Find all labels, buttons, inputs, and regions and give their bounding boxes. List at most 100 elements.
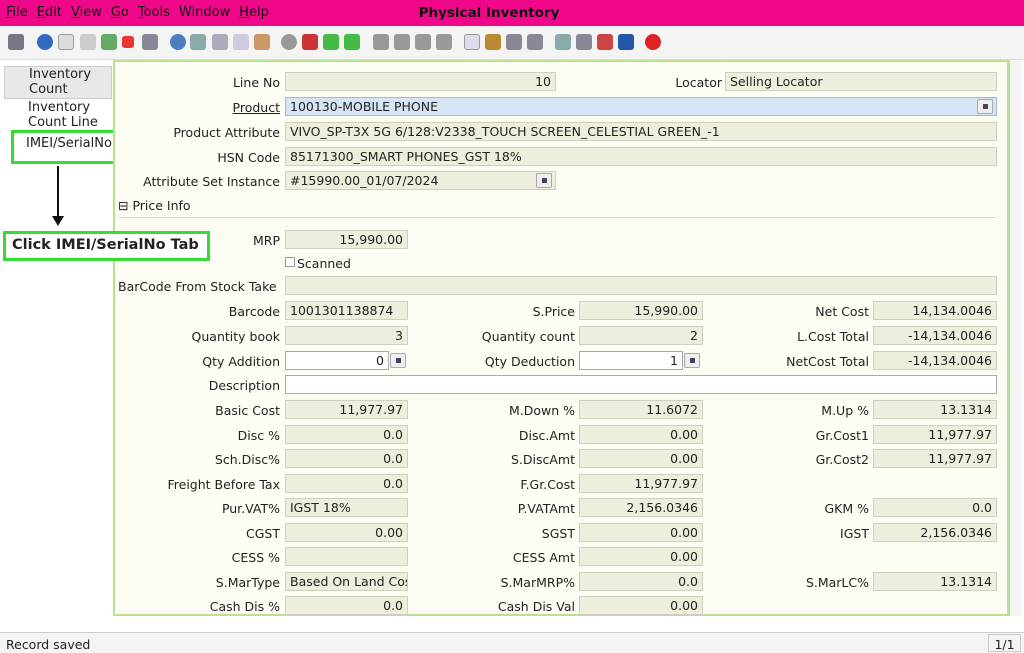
new-icon[interactable] xyxy=(58,34,74,50)
cess-amt-field[interactable]: 0.00 xyxy=(579,547,703,566)
gkm-field[interactable]: 0.0 xyxy=(873,498,997,517)
f-grcost-field[interactable]: 11,977.97 xyxy=(579,474,703,493)
lcost-total-field[interactable]: -14,134.0046 xyxy=(873,326,997,345)
hsn-code-field[interactable]: 85171300_SMART PHONES_GST 18% xyxy=(285,147,997,166)
copy-icon[interactable] xyxy=(80,34,96,50)
tab-inventory-count[interactable]: Inventory Count xyxy=(4,66,112,99)
gkm-label: GKM % xyxy=(824,501,869,516)
grid-toggle-icon[interactable] xyxy=(281,34,297,50)
previous-record-icon[interactable] xyxy=(394,34,410,50)
last-record-icon[interactable] xyxy=(436,34,452,50)
product-info-icon[interactable] xyxy=(618,34,634,50)
net-cost-field[interactable]: 14,134.0046 xyxy=(873,301,997,320)
attachment-icon[interactable] xyxy=(212,34,228,50)
attribute-set-instance-field[interactable]: #15990.00_01/07/2024 xyxy=(285,171,556,190)
quantity-count-field[interactable]: 2 xyxy=(579,326,703,345)
description-field[interactable] xyxy=(285,375,997,394)
qty-deduction-field[interactable]: 1 xyxy=(579,351,683,370)
grcost1-field[interactable]: 11,977.97 xyxy=(873,425,997,444)
print-preview-icon[interactable] xyxy=(142,34,158,50)
back-icon[interactable] xyxy=(323,34,339,50)
product-label-text: Product xyxy=(232,100,280,115)
report-icon[interactable] xyxy=(464,34,480,50)
forward-icon[interactable] xyxy=(344,34,360,50)
zoom-icon[interactable] xyxy=(555,34,571,50)
igst-field[interactable]: 2,156.0346 xyxy=(873,523,997,542)
collapse-icon[interactable]: ⊟ xyxy=(118,198,132,213)
basic-cost-field[interactable]: 11,977.97 xyxy=(285,400,408,419)
disc-field[interactable]: 0.0 xyxy=(285,425,408,444)
locator-field[interactable]: Selling Locator xyxy=(725,72,997,91)
product-attribute-field[interactable]: VIVO_SP-T3X 5G 6/128:V2338_TOUCH SCREEN_… xyxy=(285,122,997,141)
freight-field[interactable]: 0.0 xyxy=(285,474,408,493)
net-cost-label: Net Cost xyxy=(815,304,869,319)
price-info-section[interactable]: ⊟ Price Info xyxy=(118,198,191,213)
sgst-field[interactable]: 0.00 xyxy=(579,523,703,542)
title-bar: File Edit View Go Tools Window Help Phys… xyxy=(0,0,1024,26)
pur-vat-field[interactable]: IGST 18% xyxy=(285,498,408,517)
history-icon[interactable] xyxy=(254,34,270,50)
find-icon[interactable] xyxy=(190,34,206,50)
delete-icon[interactable] xyxy=(122,36,134,48)
undo-icon[interactable] xyxy=(8,34,24,50)
instruction-callout: Click IMEI/SerialNo Tab xyxy=(3,231,210,261)
mrp-field[interactable]: 15,990.00 xyxy=(285,230,408,249)
disc-amt-field[interactable]: 0.00 xyxy=(579,425,703,444)
archive-icon[interactable] xyxy=(485,34,501,50)
tab-inventory-count-line[interactable]: Inventory Count Line xyxy=(4,100,112,133)
cgst-field[interactable]: 0.00 xyxy=(285,523,408,542)
next-record-icon[interactable] xyxy=(415,34,431,50)
netcost-total-label: NetCost Total xyxy=(786,354,869,369)
scanned-label: Scanned xyxy=(297,256,351,271)
s-marlc-label: S.MarLC% xyxy=(805,575,869,590)
basic-cost-label: Basic Cost xyxy=(215,403,280,418)
home-icon[interactable] xyxy=(302,34,318,50)
first-record-icon[interactable] xyxy=(373,34,389,50)
qty-deduction-label: Qty Deduction xyxy=(484,354,575,369)
pur-vat-label: Pur.VAT% xyxy=(221,501,280,516)
cash-dis-field[interactable]: 0.0 xyxy=(285,596,408,615)
workflow-icon[interactable] xyxy=(576,34,592,50)
s-discamt-label: S.DiscAmt xyxy=(510,452,575,467)
disc-label: Disc % xyxy=(237,428,280,443)
barcode-field[interactable]: 1001301138874 xyxy=(285,301,408,320)
s-marlc-field[interactable]: 13.1314 xyxy=(873,572,997,591)
process-icon[interactable] xyxy=(597,34,613,50)
product-lookup-icon[interactable] xyxy=(977,99,993,114)
mup-field[interactable]: 13.1314 xyxy=(873,400,997,419)
qty-addition-field[interactable]: 0 xyxy=(285,351,389,370)
disc-amt-label: Disc.Amt xyxy=(518,428,575,443)
help-icon[interactable] xyxy=(37,34,53,50)
attribute-set-lookup-icon[interactable] xyxy=(536,173,552,188)
sch-disc-field[interactable]: 0.0 xyxy=(285,449,408,468)
tab-imei-serialno[interactable]: IMEI/SerialNo xyxy=(11,130,127,164)
sprice-field[interactable]: 15,990.00 xyxy=(579,301,703,320)
cess-field[interactable] xyxy=(285,547,408,566)
barcode-stock-field[interactable] xyxy=(285,276,997,295)
print-setup-icon[interactable] xyxy=(527,34,543,50)
s-discamt-field[interactable]: 0.00 xyxy=(579,449,703,468)
qty-addition-label: Qty Addition xyxy=(202,354,280,369)
refresh-icon[interactable] xyxy=(170,34,186,50)
barcode-label: Barcode xyxy=(228,304,280,319)
grcost2-field[interactable]: 11,977.97 xyxy=(873,449,997,468)
s-marmrp-field[interactable]: 0.0 xyxy=(579,572,703,591)
p-vatamt-field[interactable]: 2,156.0346 xyxy=(579,498,703,517)
product-field[interactable]: 100130-MOBILE PHONE xyxy=(285,97,997,116)
qty-addition-calculator-icon[interactable] xyxy=(390,353,406,368)
quantity-book-field[interactable]: 3 xyxy=(285,326,408,345)
cash-dis-val-field[interactable]: 0.00 xyxy=(579,596,703,615)
chat-icon[interactable] xyxy=(233,34,249,50)
vertical-scrollbar[interactable] xyxy=(1009,60,1022,616)
scanned-checkbox[interactable] xyxy=(285,257,295,267)
mdown-field[interactable]: 11.6072 xyxy=(579,400,703,419)
qty-deduction-calculator-icon[interactable] xyxy=(684,353,700,368)
netcost-total-field[interactable]: -14,134.0046 xyxy=(873,351,997,370)
line-no-field[interactable]: 10 xyxy=(285,72,556,91)
description-label: Description xyxy=(208,378,280,393)
s-martype-field[interactable]: Based On Land Cost xyxy=(285,572,408,591)
save-icon[interactable] xyxy=(101,34,117,50)
exit-icon[interactable] xyxy=(645,34,661,50)
print-icon[interactable] xyxy=(506,34,522,50)
igst-label: IGST xyxy=(840,526,869,541)
